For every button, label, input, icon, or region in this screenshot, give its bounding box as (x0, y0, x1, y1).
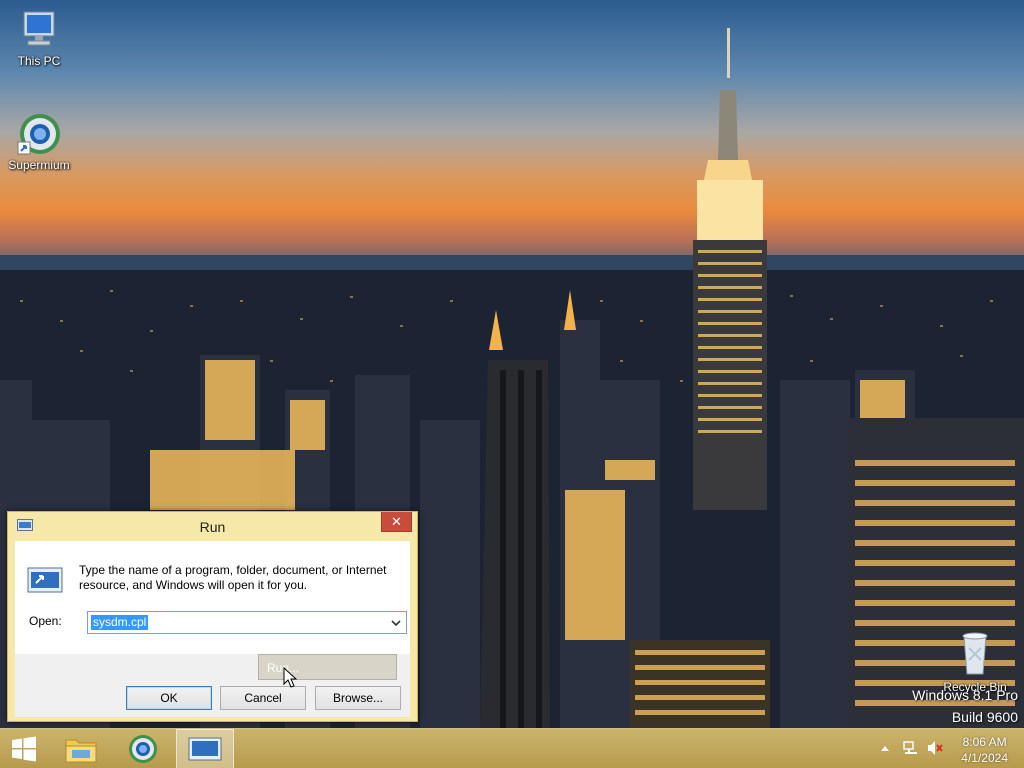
close-button[interactable]: ✕ (381, 512, 412, 532)
run-dialog-title: Run (199, 519, 226, 535)
supermium-icon (129, 735, 157, 763)
run-dialog-body: Type the name of a program, folder, docu… (15, 541, 410, 717)
browse-button[interactable]: Browse... (315, 686, 401, 710)
taskbar: 8:06 AM 4/1/2024 (0, 728, 1024, 768)
this-pc-icon (23, 11, 55, 46)
desktop-icon-supermium[interactable]: Supermium (1, 112, 77, 172)
run-dialog-description: Type the name of a program, folder, docu… (79, 563, 387, 592)
show-hidden-icons-icon[interactable] (880, 744, 890, 752)
ok-button[interactable]: OK (126, 686, 212, 710)
clock[interactable]: 8:06 AM 4/1/2024 (961, 734, 1008, 766)
close-icon: ✕ (391, 514, 402, 529)
start-button[interactable] (0, 729, 48, 768)
volume-muted-icon[interactable] (926, 740, 944, 756)
clock-time: 8:06 AM (962, 735, 1007, 749)
chevron-down-icon[interactable] (389, 615, 403, 630)
desktop-icon-label: Supermium (8, 158, 70, 172)
network-icon[interactable] (902, 740, 918, 756)
system-tray: 8:06 AM 4/1/2024 (864, 729, 1024, 768)
desktop-icon-this-pc[interactable]: This PC (1, 8, 77, 68)
windows-watermark: Windows 8.1 Pro Build 9600 (912, 684, 1018, 728)
run-icon (188, 737, 222, 761)
taskbar-file-explorer[interactable] (58, 729, 104, 768)
desktop-icon-label: This PC (17, 54, 61, 68)
open-combobox[interactable]: sysdm.cpl (87, 611, 407, 634)
run-program-icon (27, 567, 63, 593)
open-label: Open: (29, 614, 62, 628)
run-dialog: Run ✕ Type the name of a program, folder… (7, 511, 418, 722)
clock-date: 4/1/2024 (961, 751, 1008, 765)
taskbar-supermium[interactable] (120, 729, 166, 768)
watermark-edition: Windows 8.1 Pro (912, 687, 1018, 703)
mouse-cursor-icon (283, 667, 297, 688)
cancel-button[interactable]: Cancel (220, 686, 306, 710)
start-icon (12, 736, 36, 762)
watermark-build: Build 9600 (951, 709, 1018, 725)
run-dialog-titlebar[interactable]: Run ✕ (8, 512, 417, 540)
open-input[interactable]: sysdm.cpl (91, 615, 149, 630)
recycle-bin-icon (962, 632, 988, 675)
supermium-icon (17, 114, 60, 155)
file-explorer-icon (65, 739, 97, 763)
taskbar-run[interactable] (176, 729, 234, 768)
run-tooltip: Run... (258, 654, 397, 680)
run-dialog-content: Type the name of a program, folder, docu… (15, 541, 410, 654)
